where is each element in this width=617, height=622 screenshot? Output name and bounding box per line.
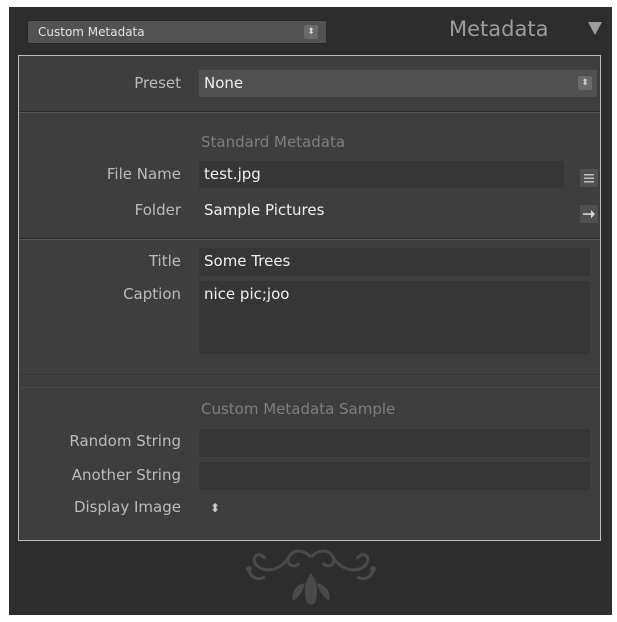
updown-arrows-icon: ⬍ [578,76,592,90]
collapse-triangle-icon[interactable] [588,22,602,35]
folder-value: Sample Pictures [204,201,325,219]
metadata-set-dropdown[interactable]: Custom Metadata ⬍ [27,20,327,44]
display-image-dropdown[interactable]: ⬍ [210,501,220,515]
metadata-box: Preset None ⬍ Standard Metadata File Nam… [18,55,601,541]
file-name-field[interactable]: test.jpg [199,161,564,188]
another-string-field[interactable] [199,462,590,490]
another-string-label: Another String [71,466,181,484]
metadata-panel: Custom Metadata ⬍ Metadata Preset None ⬍… [9,7,612,615]
panel-title[interactable]: Metadata [449,17,548,41]
file-name-label: File Name [106,165,181,183]
caption-value: nice pic;joo [204,285,290,303]
metadata-set-label: Custom Metadata [38,25,145,39]
divider [19,112,600,113]
divider [19,374,600,375]
file-name-value: test.jpg [204,165,261,183]
go-to-folder-arrow-icon[interactable] [580,205,598,223]
random-string-field[interactable] [199,429,590,457]
panel-header: Custom Metadata ⬍ Metadata [9,7,612,54]
divider [19,239,600,240]
preset-label: Preset [134,74,181,92]
title-value: Some Trees [204,252,291,270]
updown-arrows-icon: ⬍ [304,25,318,39]
preset-value: None [204,74,244,92]
title-field[interactable]: Some Trees [199,248,590,276]
title-label: Title [148,252,181,270]
list-icon[interactable] [580,169,598,187]
random-string-label: Random String [69,432,181,450]
end-panel-ornament [246,549,376,605]
standard-metadata-heading: Standard Metadata [201,133,346,151]
caption-field[interactable]: nice pic;joo [199,281,590,354]
caption-label: Caption [123,285,181,303]
divider [19,387,600,388]
folder-label: Folder [134,201,181,219]
preset-dropdown[interactable]: None ⬍ [199,70,597,97]
display-image-label: Display Image [73,498,181,516]
custom-metadata-heading: Custom Metadata Sample [201,400,396,418]
